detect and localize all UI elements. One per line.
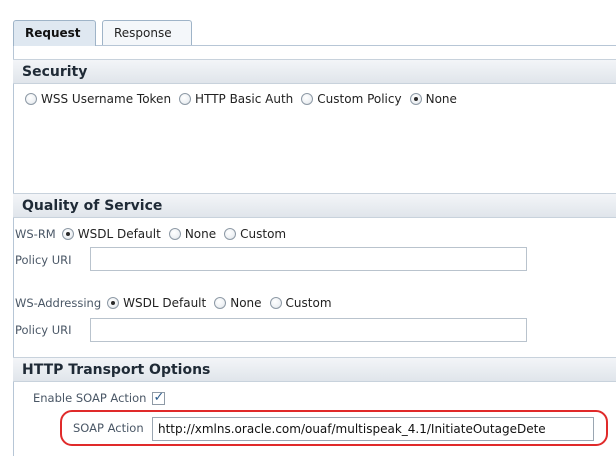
radio-icon[interactable] — [224, 228, 237, 240]
wsaddressing-label: WS-Addressing — [15, 296, 102, 310]
radio-icon[interactable] — [25, 93, 37, 105]
security-options: WSS Username Token HTTP Basic Auth Custo… — [25, 92, 465, 106]
wsrm-policy-row: Policy URI — [15, 253, 72, 267]
wsrm-policy-uri-input[interactable] — [90, 247, 527, 271]
radio-icon[interactable] — [179, 93, 192, 105]
wsaddressing-option-wsdl-default[interactable]: WSDL Default — [107, 296, 206, 310]
soap-action-label: SOAP Action — [73, 421, 144, 435]
tab-request[interactable]: Request — [13, 20, 96, 46]
security-header: Security — [13, 59, 616, 84]
radio-icon[interactable] — [214, 297, 227, 309]
radio-selected-icon[interactable] — [409, 93, 422, 105]
wsaddressing-policy-uri-input[interactable] — [90, 318, 527, 342]
radio-selected-icon[interactable] — [107, 297, 120, 309]
security-option-http-basic[interactable]: HTTP Basic Auth — [179, 92, 293, 106]
checkmark-icon: ✓ — [153, 389, 165, 405]
enable-soap-checkbox[interactable]: ✓ — [152, 389, 166, 405]
tab-response[interactable]: Response — [102, 20, 192, 46]
wsrm-row: WS-RM WSDL Default None Custom — [15, 227, 294, 241]
radio-selected-icon[interactable] — [61, 228, 74, 240]
soap-action-input[interactable]: http://xmlns.oracle.com/ouaf/multispeak_… — [152, 417, 594, 441]
wsaddressing-policy-label: Policy URI — [15, 323, 72, 337]
radio-icon[interactable] — [301, 93, 314, 105]
http-transport-header: HTTP Transport Options — [13, 357, 616, 382]
wsaddressing-row: WS-Addressing WSDL Default None Custom — [15, 296, 340, 310]
qos-header: Quality of Service — [13, 193, 616, 218]
wsaddressing-option-custom[interactable]: Custom — [269, 296, 332, 310]
wsrm-option-custom[interactable]: Custom — [224, 227, 286, 241]
wsaddressing-policy-row: Policy URI — [15, 323, 72, 337]
wsrm-option-none[interactable]: None — [168, 227, 216, 241]
wsrm-option-wsdl-default[interactable]: WSDL Default — [61, 227, 161, 241]
soap-action-row: SOAP Action — [73, 421, 144, 435]
security-option-wss[interactable]: WSS Username Token — [25, 92, 171, 106]
radio-icon[interactable] — [168, 228, 181, 240]
radio-icon[interactable] — [269, 297, 282, 309]
security-option-none[interactable]: None — [409, 92, 457, 106]
wsaddressing-option-none[interactable]: None — [214, 296, 262, 310]
enable-soap-row: Enable SOAP Action ✓ — [33, 389, 166, 405]
wsrm-label: WS-RM — [15, 227, 56, 241]
security-option-custom-policy[interactable]: Custom Policy — [301, 92, 402, 106]
tab-bar: Request Response — [0, 0, 616, 46]
wsrm-policy-label: Policy URI — [15, 253, 72, 267]
enable-soap-label: Enable SOAP Action — [33, 391, 147, 405]
